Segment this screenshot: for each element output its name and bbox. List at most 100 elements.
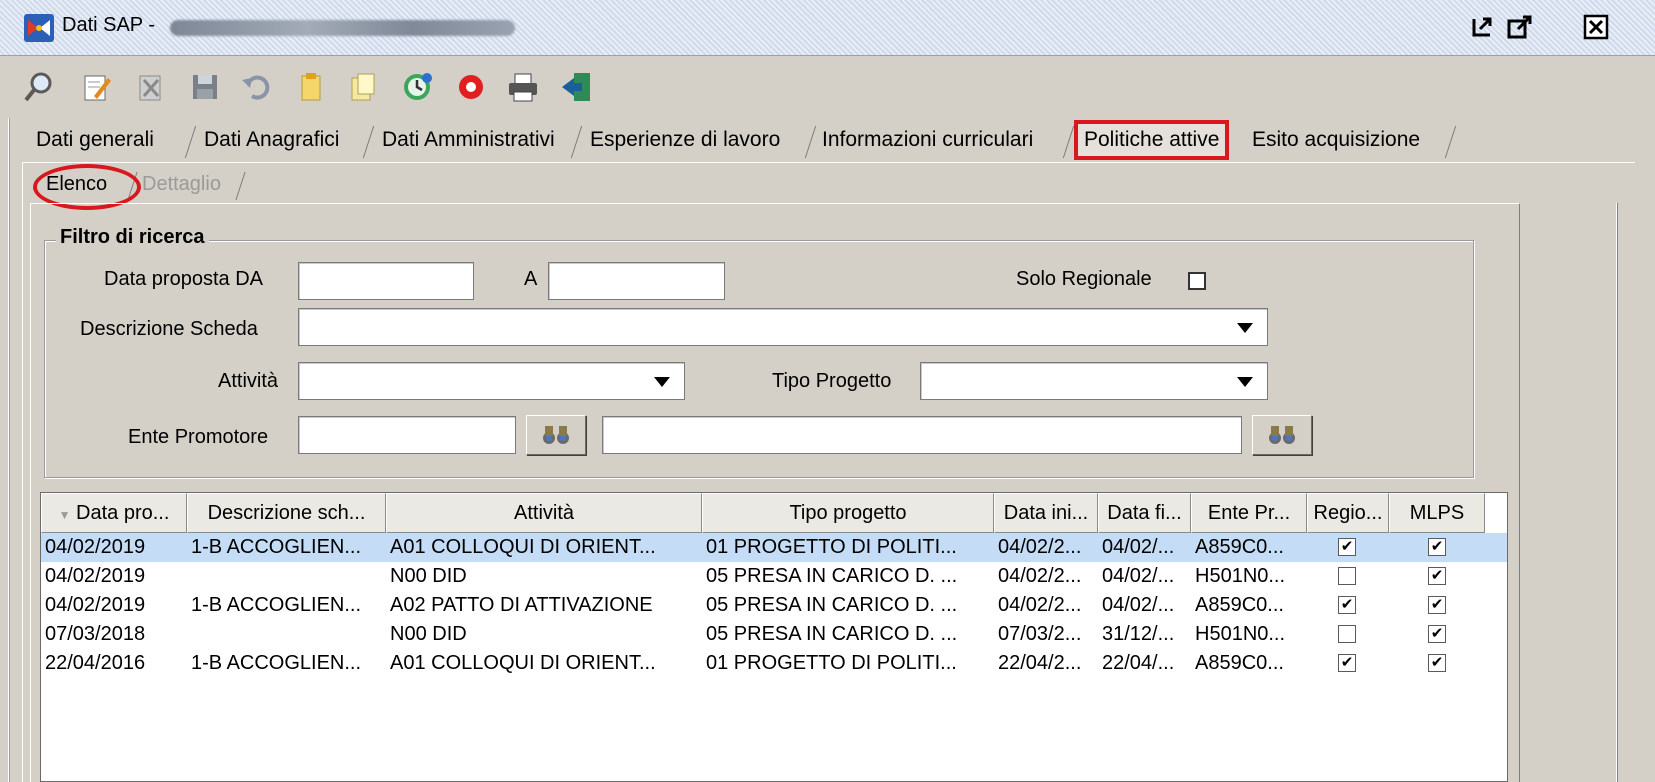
cell-tipo-progetto: 01 PROGETTO DI POLITI... bbox=[706, 652, 957, 674]
redacted-title-text bbox=[170, 20, 515, 36]
mlps-checkbox[interactable]: ✔ bbox=[1428, 596, 1446, 614]
descrizione-scheda-label: Descrizione Scheda bbox=[80, 318, 258, 340]
table-header: ▼ Data pro... Descrizione sch... Attivit… bbox=[41, 493, 1507, 533]
save-icon[interactable] bbox=[188, 70, 222, 104]
solo-regionale-label: Solo Regionale bbox=[1016, 268, 1152, 290]
solo-regionale-checkbox[interactable] bbox=[1188, 272, 1206, 290]
tab-informazioni-curriculari[interactable]: Informazioni curriculari bbox=[822, 120, 1033, 162]
ente-promotore-label: Ente Promotore bbox=[128, 426, 269, 448]
regionale-checkbox[interactable] bbox=[1338, 625, 1356, 643]
table-row[interactable]: 04/02/2019 N00 DID 05 PRESA IN CARICO D.… bbox=[41, 562, 1507, 591]
print-icon[interactable] bbox=[506, 70, 540, 104]
sort-indicator-icon: ▼ bbox=[58, 508, 71, 522]
cell-attivita: N00 DID bbox=[390, 565, 467, 587]
tab-dati-amministrativi[interactable]: Dati Amministrativi bbox=[382, 120, 555, 162]
restore-icon[interactable] bbox=[1470, 13, 1498, 41]
cell-descrizione bbox=[187, 562, 386, 591]
cell-attivita: A02 PATTO DI ATTIVAZIONE bbox=[390, 594, 653, 616]
mlps-checkbox[interactable]: ✔ bbox=[1428, 538, 1446, 556]
ente-promotore-code-field[interactable] bbox=[298, 416, 516, 454]
column-header-ente-promotore[interactable]: Ente Pr... bbox=[1191, 493, 1307, 533]
cell-descrizione: 1-B ACCOGLIEN... bbox=[191, 594, 362, 616]
new-document-icon[interactable] bbox=[294, 70, 328, 104]
binoculars-icon bbox=[1269, 426, 1295, 444]
tab-separator bbox=[184, 126, 198, 158]
cell-descrizione: 1-B ACCOGLIEN... bbox=[191, 536, 362, 558]
mlps-checkbox[interactable]: ✔ bbox=[1428, 625, 1446, 643]
chevron-down-icon bbox=[1237, 323, 1253, 333]
table-row[interactable]: 07/03/2018 N00 DID 05 PRESA IN CARICO D.… bbox=[41, 620, 1507, 649]
cell-data-fine: 04/02/... bbox=[1102, 565, 1175, 587]
tab-separator bbox=[804, 126, 818, 158]
descrizione-scheda-select[interactable] bbox=[298, 308, 1268, 346]
a-label: A bbox=[524, 268, 538, 290]
cell-tipo-progetto: 05 PRESA IN CARICO D. ... bbox=[706, 623, 958, 645]
cell-data-inizio: 04/02/2... bbox=[998, 565, 1082, 587]
mlps-checkbox[interactable]: ✔ bbox=[1428, 567, 1446, 585]
column-header-data-proposta[interactable]: ▼ Data pro... bbox=[41, 493, 187, 533]
cell-descrizione bbox=[187, 620, 386, 649]
cell-tipo-progetto: 05 PRESA IN CARICO D. ... bbox=[706, 594, 958, 616]
stop-icon[interactable] bbox=[454, 70, 488, 104]
column-header-descrizione-scheda[interactable]: Descrizione sch... bbox=[187, 493, 386, 533]
close-icon[interactable] bbox=[1582, 13, 1610, 41]
search-icon[interactable] bbox=[22, 70, 56, 104]
tab-esito-acquisizione[interactable]: Esito acquisizione bbox=[1252, 120, 1420, 162]
table-row[interactable]: 04/02/2019 1-B ACCOGLIEN... A01 COLLOQUI… bbox=[41, 533, 1507, 562]
exit-icon[interactable] bbox=[560, 70, 594, 104]
edit-icon[interactable] bbox=[80, 70, 114, 104]
tab-esperienze-di-lavoro[interactable]: Esperienze di lavoro bbox=[590, 120, 780, 162]
cell-data-proposta: 07/03/2018 bbox=[45, 623, 146, 645]
maximize-icon[interactable] bbox=[1506, 13, 1534, 41]
column-header-data-fine[interactable]: Data fi... bbox=[1098, 493, 1191, 533]
cell-data-proposta: 04/02/2019 bbox=[45, 565, 146, 587]
mlps-checkbox[interactable]: ✔ bbox=[1428, 654, 1446, 672]
column-header-mlps[interactable]: MLPS bbox=[1389, 493, 1485, 533]
chevron-down-icon bbox=[1237, 377, 1253, 387]
regionale-checkbox[interactable]: ✔ bbox=[1338, 654, 1356, 672]
results-table: ▼ Data pro... Descrizione sch... Attivit… bbox=[40, 492, 1508, 782]
cell-ente: H501N0... bbox=[1195, 623, 1286, 645]
cell-data-proposta: 04/02/2019 bbox=[45, 594, 146, 616]
tipo-progetto-label: Tipo Progetto bbox=[772, 370, 892, 392]
cell-data-fine: 31/12/... bbox=[1102, 623, 1175, 645]
copy-icon[interactable] bbox=[346, 70, 380, 104]
regionale-checkbox[interactable]: ✔ bbox=[1338, 596, 1356, 614]
cell-ente: A859C0... bbox=[1195, 652, 1284, 674]
history-icon[interactable] bbox=[400, 70, 434, 104]
toolbar bbox=[0, 58, 1655, 118]
cell-data-inizio: 04/02/2... bbox=[998, 536, 1082, 558]
ente-promotore-description-field[interactable] bbox=[602, 416, 1242, 454]
table-row[interactable]: 04/02/2019 1-B ACCOGLIEN... A02 PATTO DI… bbox=[41, 591, 1507, 620]
tab-dati-anagrafici[interactable]: Dati Anagrafici bbox=[204, 120, 339, 162]
data-proposta-da-field[interactable] bbox=[298, 262, 474, 300]
table-row[interactable]: 22/04/2016 1-B ACCOGLIEN... A01 COLLOQUI… bbox=[41, 649, 1507, 678]
cell-descrizione: 1-B ACCOGLIEN... bbox=[191, 652, 362, 674]
delete-icon[interactable] bbox=[134, 70, 168, 104]
undo-icon[interactable] bbox=[240, 70, 274, 104]
attivita-select[interactable] bbox=[298, 362, 685, 400]
tipo-progetto-select[interactable] bbox=[920, 362, 1268, 400]
column-header-tipo-progetto[interactable]: Tipo progetto bbox=[702, 493, 994, 533]
column-header-data-inizio[interactable]: Data ini... bbox=[994, 493, 1098, 533]
column-header-regionale[interactable]: Regio... bbox=[1307, 493, 1389, 533]
cell-data-fine: 04/02/... bbox=[1102, 594, 1175, 616]
data-proposta-a-field[interactable] bbox=[548, 262, 725, 300]
cell-data-inizio: 04/02/2... bbox=[998, 594, 1082, 616]
ente-promotore-desc-search-button[interactable] bbox=[1252, 415, 1312, 455]
regionale-checkbox[interactable]: ✔ bbox=[1338, 538, 1356, 556]
column-header-attivita[interactable]: Attività bbox=[386, 493, 702, 533]
cell-attivita: A01 COLLOQUI DI ORIENT... bbox=[390, 536, 656, 558]
cell-tipo-progetto: 05 PRESA IN CARICO D. ... bbox=[706, 565, 958, 587]
cell-data-fine: 04/02/... bbox=[1102, 536, 1175, 558]
attivita-label: Attività bbox=[218, 370, 279, 392]
ente-promotore-search-button[interactable] bbox=[526, 415, 586, 455]
cell-ente: A859C0... bbox=[1195, 594, 1284, 616]
tab-politiche-attive[interactable]: Politiche attive bbox=[1074, 120, 1230, 160]
cell-attivita: A01 COLLOQUI DI ORIENT... bbox=[390, 652, 656, 674]
regionale-checkbox[interactable] bbox=[1338, 567, 1356, 585]
tab-separator bbox=[570, 126, 584, 158]
subtab-dettaglio[interactable]: Dettaglio bbox=[142, 166, 221, 202]
cell-data-inizio: 22/04/2... bbox=[998, 652, 1082, 674]
tab-dati-generali[interactable]: Dati generali bbox=[36, 120, 154, 162]
